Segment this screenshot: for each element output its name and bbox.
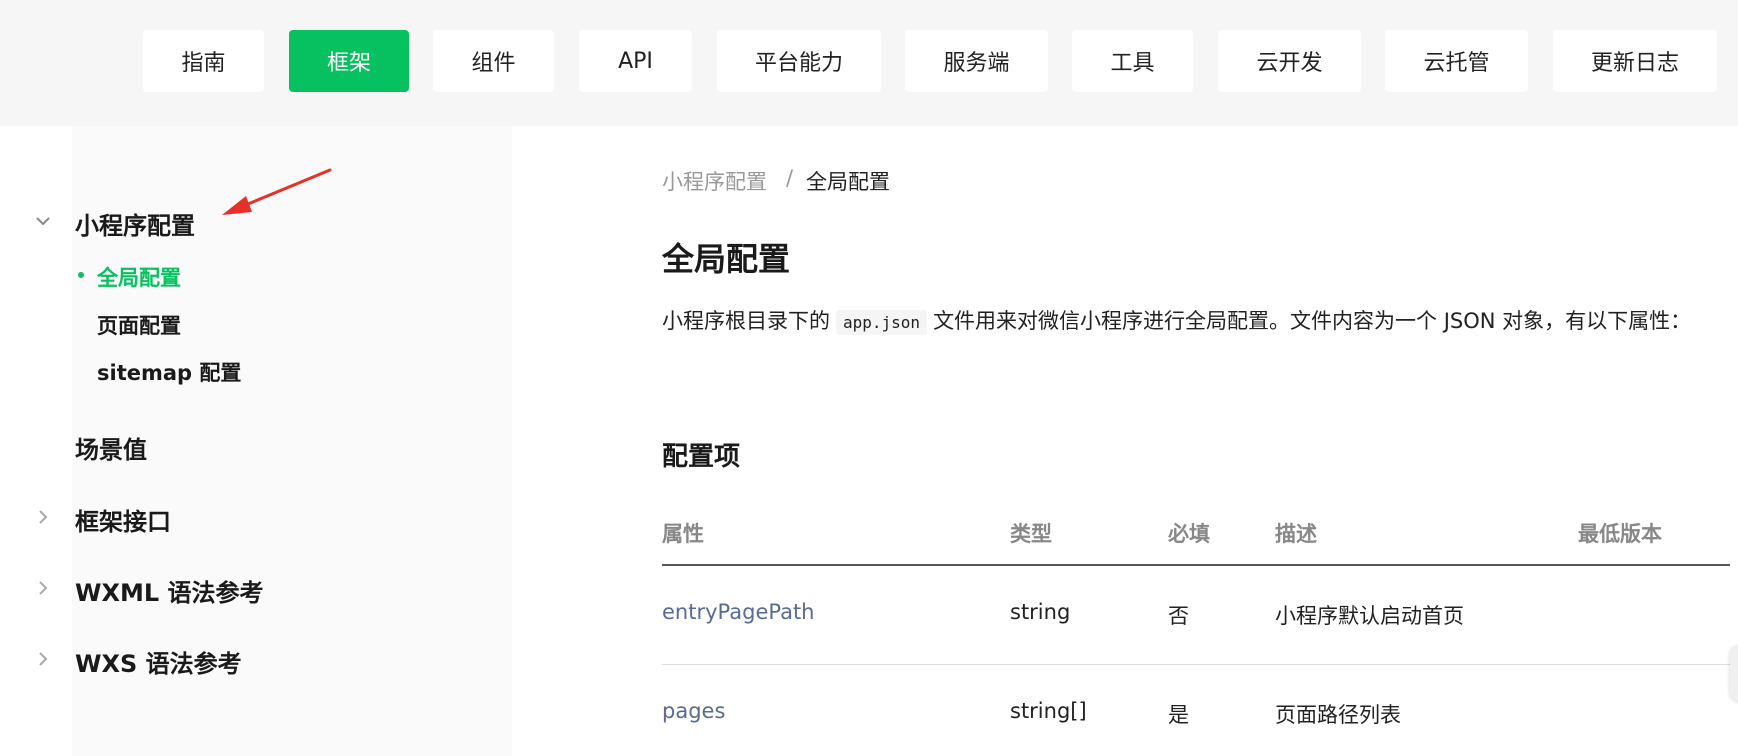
breadcrumb-parent[interactable]: 小程序配置 [662, 166, 767, 196]
sidebar-item-page-config[interactable]: 页面配置 [97, 310, 181, 340]
sidebar-group-wxml-reference[interactable]: WXML 语法参考 [75, 573, 264, 608]
table-cell-property-link[interactable]: entryPagePath [662, 600, 815, 624]
section-title: 配置项 [662, 442, 741, 472]
chevron-down-icon[interactable] [34, 212, 52, 230]
chevron-right-icon[interactable] [34, 650, 52, 668]
table-cell-description: 小程序默认启动首页 [1275, 604, 1464, 628]
table-header-required: 必填 [1168, 522, 1210, 546]
nav-cloud-dev[interactable]: 云开发 [1218, 30, 1361, 92]
chevron-right-icon[interactable] [34, 508, 52, 526]
table-cell-required: 是 [1168, 703, 1189, 727]
sidebar-group-framework-api[interactable]: 框架接口 [75, 502, 171, 537]
table-cell-property-link[interactable]: pages [662, 699, 725, 723]
breadcrumb-separator: / [786, 166, 794, 190]
nav-changelog[interactable]: 更新日志 [1553, 30, 1717, 92]
table-header-min-version: 最低版本 [1578, 522, 1662, 546]
sidebar-item-global-config[interactable]: 全局配置 [97, 262, 181, 292]
nav-api[interactable]: API [579, 30, 692, 92]
top-nav: 指南 框架 组件 API 平台能力 服务端 工具 云开发 云托管 更新日志 [0, 0, 1738, 126]
nav-cloud-hosting[interactable]: 云托管 [1385, 30, 1528, 92]
table-cell-type: string [1010, 600, 1071, 624]
table-header-divider [662, 564, 1730, 566]
nav-components[interactable]: 组件 [433, 30, 554, 92]
chevron-right-icon[interactable] [34, 579, 52, 597]
table-header-property: 属性 [662, 522, 704, 546]
breadcrumb-current: 全局配置 [806, 170, 890, 194]
table-cell-description: 页面路径列表 [1275, 703, 1401, 727]
sidebar-group-miniprogram-config[interactable]: 小程序配置 [75, 206, 195, 241]
intro-text-after: 文件用来对微信小程序进行全局配置。文件内容为一个 JSON 对象，有以下属性： [933, 309, 1692, 333]
sidebar-group-scene-values[interactable]: 场景值 [75, 430, 147, 465]
nav-framework[interactable]: 框架 [289, 30, 409, 92]
nav-server[interactable]: 服务端 [905, 30, 1048, 92]
table-cell-type: string[] [1010, 699, 1087, 723]
floating-scroll-button[interactable] [1730, 646, 1738, 702]
sidebar-group-wxs-reference[interactable]: WXS 语法参考 [75, 644, 242, 679]
page-title: 全局配置 [662, 240, 791, 278]
active-indicator [78, 272, 84, 278]
table-cell-required: 否 [1168, 604, 1189, 628]
inline-code-app-json: app.json [836, 310, 928, 335]
intro-paragraph: 小程序根目录下的 app.json 文件用来对微信小程序进行全局配置。文件内容为一个… [662, 302, 1702, 342]
sidebar-item-sitemap-config[interactable]: sitemap 配置 [97, 357, 241, 387]
nav-platform-capabilities[interactable]: 平台能力 [717, 30, 881, 92]
table-row-divider [662, 664, 1730, 665]
table-header-type: 类型 [1010, 522, 1052, 546]
table-header-description: 描述 [1275, 522, 1317, 546]
nav-guide[interactable]: 指南 [143, 30, 264, 92]
nav-tools[interactable]: 工具 [1072, 30, 1193, 92]
intro-text-before: 小程序根目录下的 [662, 309, 830, 333]
